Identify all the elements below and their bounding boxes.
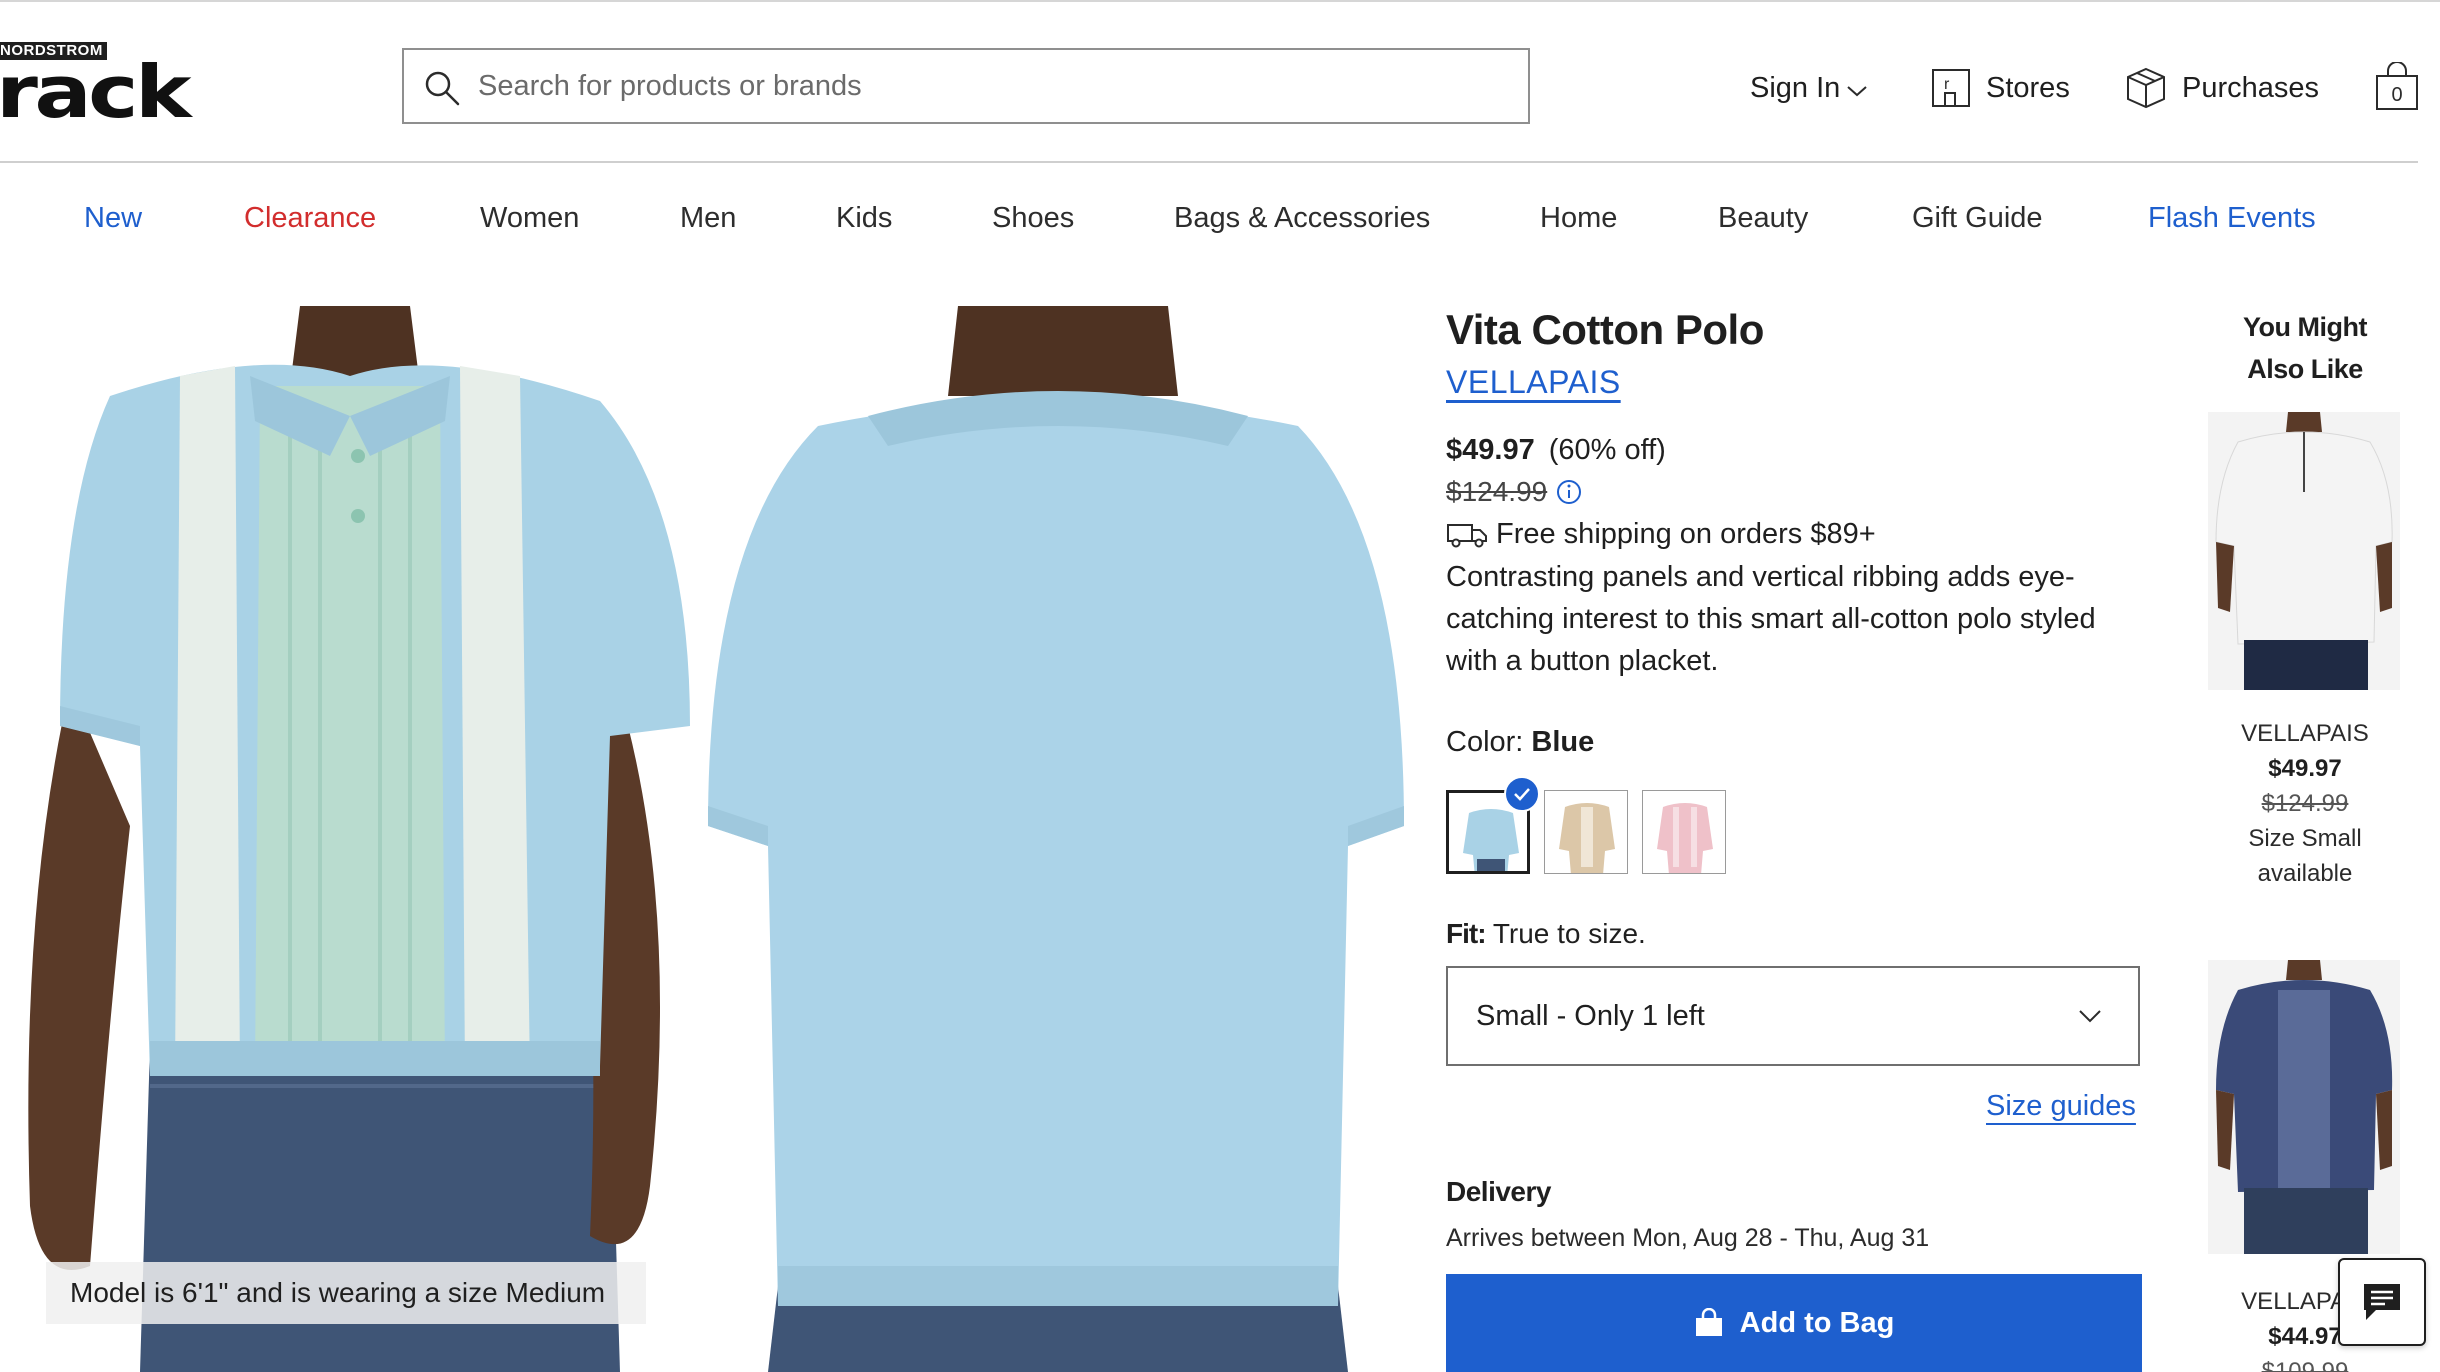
recommendations-title-line1: You Might: [2243, 312, 2367, 342]
product-image-back[interactable]: [708, 306, 1404, 1372]
size-dropdown[interactable]: Small - Only 1 left: [1446, 966, 2140, 1066]
category-nav: New Clearance Women Men Kids Shoes Bags …: [0, 196, 2440, 244]
model-size-note: Model is 6'1" and is wearing a size Medi…: [46, 1262, 646, 1324]
header-divider: [0, 161, 2418, 163]
fit-info: Fit: True to size.: [1446, 918, 1646, 950]
back-photo: [708, 306, 1404, 1372]
nav-item-clearance[interactable]: Clearance: [244, 196, 376, 240]
nav-item-women[interactable]: Women: [480, 196, 579, 240]
nav-item-beauty[interactable]: Beauty: [1718, 196, 1808, 240]
purchases-label: Purchases: [2182, 71, 2320, 104]
top-border: [0, 0, 2440, 2]
rec2-photo: [2208, 960, 2400, 1254]
svg-text:r: r: [1944, 76, 1950, 93]
sign-in-button[interactable]: Sign In: [1750, 64, 1868, 112]
brand-link[interactable]: VELLAPAIS: [1446, 364, 1621, 401]
nav-item-home[interactable]: Home: [1540, 196, 1617, 240]
color-label-text: Color:: [1446, 726, 1524, 758]
bag-count: 0: [2391, 84, 2402, 106]
selected-check-icon: [1504, 776, 1540, 812]
fit-label: Fit:: [1446, 918, 1487, 949]
nav-item-men[interactable]: Men: [680, 196, 736, 240]
shipping-text: Free shipping on orders $89+: [1496, 518, 1876, 550]
recommendation-2-image[interactable]: [2208, 960, 2400, 1254]
swatch-beige-image: [1545, 791, 1627, 873]
truck-icon: [1447, 523, 1487, 547]
shopping-bag-icon: [1695, 1308, 1722, 1336]
nav-item-kids[interactable]: Kids: [836, 196, 892, 240]
front-photo: [0, 306, 690, 1372]
recommendation-2-original-price: $109.99: [2261, 1358, 2349, 1372]
nav-item-new[interactable]: New: [84, 196, 142, 240]
delivery-estimate: Arrives between Mon, Aug 28 - Thu, Aug 3…: [1446, 1224, 1930, 1252]
recommendation-1-brand: VELLAPAIS: [2241, 720, 2369, 747]
delivery-heading: Delivery: [1446, 1176, 1551, 1207]
size-selected-value: Small - Only 1 left: [1476, 1000, 1705, 1032]
recommendation-1-info[interactable]: VELLAPAIS $49.97 $124.99 Size Small avai…: [2200, 716, 2410, 891]
chat-button[interactable]: [2338, 1258, 2426, 1346]
nav-item-shoes[interactable]: Shoes: [992, 196, 1074, 240]
add-to-bag-label: Add to Bag: [1739, 1306, 1895, 1339]
chevron-down-icon: [2079, 1010, 2101, 1023]
stores-label: Stores: [1986, 71, 2070, 104]
color-value: Blue: [1531, 726, 1595, 758]
color-swatch-beige[interactable]: [1544, 790, 1628, 874]
logo-big-text: rack: [0, 50, 191, 134]
nav-item-flash-events[interactable]: Flash Events: [2148, 196, 2316, 240]
sale-price: $49.97: [1446, 434, 1535, 466]
color-swatch-pink[interactable]: [1642, 790, 1726, 874]
recommendation-1-image[interactable]: [2208, 412, 2400, 690]
sign-in-label: Sign In: [1750, 71, 1841, 104]
recommendations-title-line2: Also Like: [2247, 354, 2363, 384]
product-title: Vita Cotton Polo: [1446, 306, 1764, 353]
price-line: $49.97 (60% off): [1446, 434, 1666, 467]
recommendation-1-availability: Size Small available: [2248, 825, 2362, 887]
discount-percent: (60% off): [1548, 434, 1666, 466]
chevron-down-icon: [1847, 86, 1867, 97]
recommendations-title: You Might Also Like: [2200, 306, 2410, 390]
stores-button[interactable]: r Stores: [1930, 64, 2070, 112]
swatch-pink-image: [1643, 791, 1725, 873]
store-icon: r: [1932, 69, 1970, 107]
search-input[interactable]: [478, 60, 1508, 112]
fit-value: True to size.: [1492, 918, 1646, 949]
nav-item-gift-guide[interactable]: Gift Guide: [1912, 196, 2043, 240]
product-image-front[interactable]: [0, 306, 690, 1372]
original-price-line: $124.99: [1446, 476, 1583, 508]
add-to-bag-button[interactable]: Add to Bag: [1446, 1274, 2142, 1372]
color-label: Color: Blue: [1446, 726, 1594, 759]
info-icon[interactable]: [1555, 478, 1583, 506]
chat-icon: [2364, 1284, 2400, 1320]
purchases-button[interactable]: Purchases: [2124, 64, 2319, 112]
recommendation-1-original-price: $124.99: [2261, 790, 2349, 817]
shopping-bag-button[interactable]: 0: [2374, 62, 2420, 112]
shipping-line: Free shipping on orders $89+: [1446, 518, 1876, 551]
product-description: Contrasting panels and vertical ribbing …: [1446, 561, 2096, 677]
nav-item-bags-accessories[interactable]: Bags & Accessories: [1174, 196, 1430, 240]
shopping-bag-icon: 0: [2376, 62, 2418, 110]
search-icon[interactable]: [422, 68, 462, 108]
original-price: $124.99: [1446, 476, 1548, 507]
recommendation-1-price: $49.97: [2268, 755, 2342, 782]
search-bar[interactable]: [402, 48, 1530, 124]
rec1-photo: [2208, 412, 2400, 690]
nordstrom-rack-logo[interactable]: NORDSTROM rack: [0, 40, 200, 132]
box-icon: [2127, 67, 2165, 109]
size-guides-link[interactable]: Size guides: [1986, 1090, 2136, 1123]
